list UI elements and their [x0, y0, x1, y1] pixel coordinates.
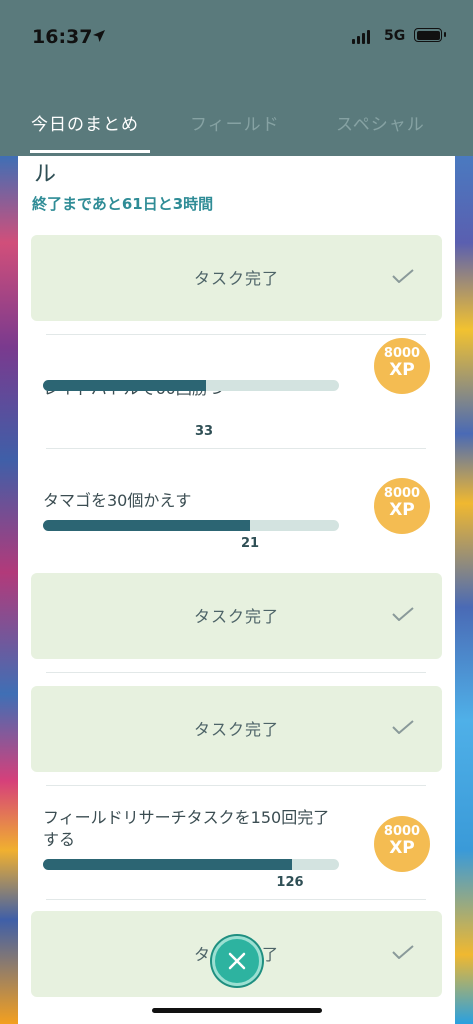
progress-count: 21 — [240, 536, 260, 551]
background-left-strip — [0, 156, 18, 1024]
time-remaining: 終了まであと61日と3時間 — [32, 195, 214, 213]
progress-fill — [43, 859, 292, 870]
home-indicator[interactable] — [152, 1008, 322, 1013]
task-complete-card[interactable]: タスク完了 — [31, 235, 442, 321]
check-icon — [392, 269, 414, 283]
close-icon — [228, 952, 246, 970]
divider — [46, 899, 426, 900]
research-panel[interactable]: ル 終了まであと61日と3時間 タスク完了 レイドバトルで60回勝つ 33 80… — [18, 156, 455, 1024]
task-title: フィールドリサーチタスクを150回完了する — [43, 808, 330, 849]
task-item: タマゴを30個かえす — [43, 490, 343, 512]
xp-amount: 8000 — [383, 346, 421, 361]
progress-bar — [43, 520, 339, 531]
tab-field[interactable]: フィールド — [190, 110, 280, 135]
status-time: 16:37 — [32, 26, 93, 48]
xp-reward-badge: 8000 XP — [374, 816, 430, 872]
location-arrow-icon — [92, 29, 106, 47]
background-right-strip — [455, 156, 473, 1024]
progress-fill — [43, 380, 206, 391]
task-complete-card[interactable]: タスク完了 — [31, 573, 442, 659]
progress-count: 126 — [276, 875, 304, 890]
tab-bar: 今日のまとめ フィールド スペシャル — [0, 110, 473, 156]
xp-amount: 8000 — [383, 824, 421, 839]
xp-unit: XP — [389, 360, 415, 380]
task-complete-label: タスク完了 — [193, 269, 279, 288]
task-complete-label: タスク完了 — [193, 720, 279, 739]
xp-unit: XP — [389, 500, 415, 520]
close-button[interactable] — [212, 936, 262, 986]
divider — [46, 785, 426, 786]
progress-bar — [43, 380, 339, 391]
task-item: フィールドリサーチタスクを150回完了する — [43, 807, 343, 851]
task-title: タマゴを30個かえす — [43, 491, 192, 510]
check-icon — [392, 720, 414, 734]
panel-title: ル — [34, 162, 57, 187]
check-icon — [392, 607, 414, 621]
battery-icon — [414, 28, 446, 42]
active-tab-indicator — [30, 150, 150, 153]
divider — [46, 334, 426, 335]
xp-amount: 8000 — [383, 486, 421, 501]
xp-unit: XP — [389, 838, 415, 858]
progress-fill — [43, 520, 251, 531]
progress-count: 33 — [194, 424, 214, 439]
signal-icon — [352, 30, 370, 44]
divider — [46, 448, 426, 449]
network-type: 5G — [384, 28, 406, 44]
status-bar: 16:37 5G — [0, 26, 473, 50]
xp-reward-badge: 8000 XP — [374, 338, 430, 394]
check-icon — [392, 945, 414, 959]
xp-reward-badge: 8000 XP — [374, 478, 430, 534]
tab-today-summary[interactable]: 今日のまとめ — [31, 110, 139, 135]
tab-special[interactable]: スペシャル — [336, 110, 425, 135]
divider — [46, 672, 426, 673]
header: 16:37 5G 今日のまとめ フィールド スペシャル — [0, 0, 473, 156]
task-complete-card[interactable]: タスク完了 — [31, 686, 442, 772]
task-complete-label: タスク完了 — [193, 607, 279, 626]
progress-bar — [43, 859, 339, 870]
